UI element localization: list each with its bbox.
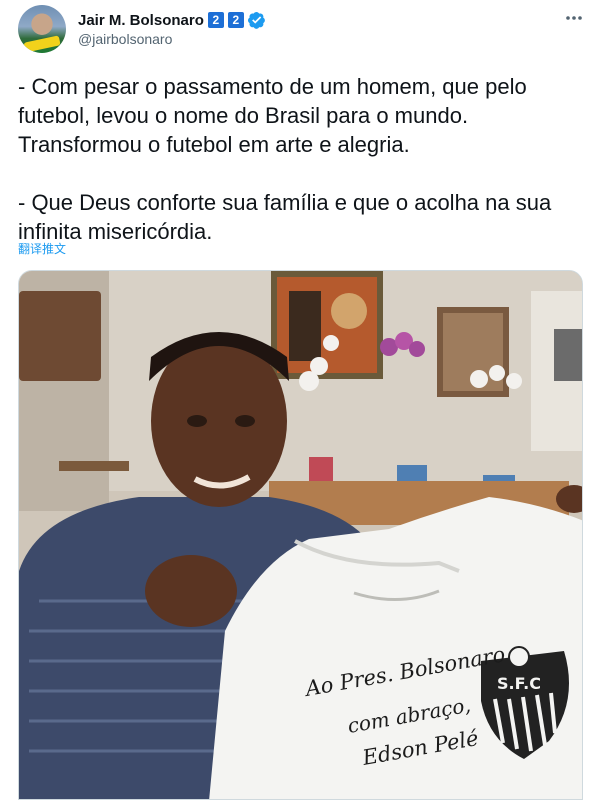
- number-badge: 2: [207, 12, 224, 28]
- translate-tweet-link[interactable]: 翻译推文: [18, 240, 66, 257]
- tweet-photo[interactable]: S.F.C Ao Pres. Bolsonaro com abraço, Eds…: [18, 270, 583, 800]
- verified-check-icon: [247, 11, 265, 29]
- avatar[interactable]: [18, 5, 66, 53]
- tweet: Jair M. Bolsonaro 2 2 @jairbolsonaro - C…: [0, 0, 614, 800]
- number-badge: 2: [227, 12, 244, 28]
- photo-illustration: S.F.C Ao Pres. Bolsonaro com abraço, Eds…: [19, 271, 582, 799]
- display-name[interactable]: Jair M. Bolsonaro: [78, 12, 204, 29]
- author-handle[interactable]: @jairbolsonaro: [78, 31, 172, 47]
- more-options-icon[interactable]: [564, 8, 584, 28]
- avatar-sash: [23, 35, 61, 53]
- author-row: Jair M. Bolsonaro 2 2: [78, 10, 266, 30]
- crest-text: S.F.C: [497, 674, 541, 693]
- tweet-text: - Com pesar o passamento de um homem, qu…: [18, 74, 552, 244]
